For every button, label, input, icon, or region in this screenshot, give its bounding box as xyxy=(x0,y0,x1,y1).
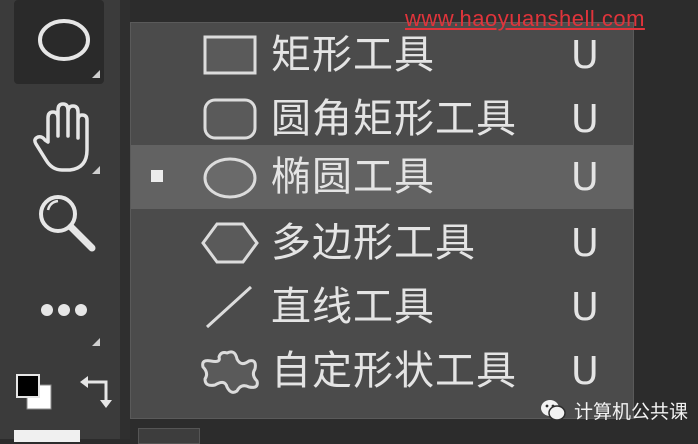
menu-item-shortcut: U xyxy=(571,285,599,329)
selected-indicator xyxy=(151,170,163,182)
more-tools-button[interactable] xyxy=(14,268,104,352)
hexagon-icon xyxy=(201,222,259,264)
menu-item-shortcut: U xyxy=(571,349,599,393)
hand-icon xyxy=(33,102,89,172)
submenu-indicator-icon xyxy=(92,70,100,78)
ellipse-icon xyxy=(203,157,257,199)
custom-shape-icon xyxy=(201,350,259,394)
brand-text: 计算机公共课 xyxy=(574,400,689,423)
ellipse-icon xyxy=(38,19,90,61)
hand-tool-button[interactable] xyxy=(14,96,104,180)
color-swatches-icon[interactable] xyxy=(14,372,54,412)
menu-item-label: 圆角矩形工具 xyxy=(271,96,517,142)
ellipse-tool-button[interactable] xyxy=(14,0,104,84)
menu-item-label: 椭圆工具 xyxy=(271,154,435,200)
menu-item-label: 自定形状工具 xyxy=(271,348,517,394)
color-preview xyxy=(14,430,80,442)
panel-tab[interactable] xyxy=(138,428,200,444)
menu-item-polygon-tool[interactable]: 多边形工具 U xyxy=(131,211,633,275)
submenu-indicator-icon xyxy=(92,166,100,174)
menu-item-ellipse-tool[interactable]: 椭圆工具 U xyxy=(131,145,633,209)
menu-item-custom-shape-tool[interactable]: 自定形状工具 U xyxy=(131,339,633,403)
magnifier-icon xyxy=(39,195,96,252)
toolbar-divider xyxy=(120,0,130,439)
menu-item-label: 直线工具 xyxy=(271,284,435,330)
menu-item-label: 多边形工具 xyxy=(271,220,476,266)
brand-badge: 计算机公共课 xyxy=(540,396,688,424)
menu-item-label: 矩形工具 xyxy=(271,32,435,78)
shape-tools-flyout-menu: 矩形工具 U 圆角矩形工具 U 椭圆工具 U 多边形工具 U 直线工具 U 自定… xyxy=(130,22,634,419)
toolbar xyxy=(0,0,125,442)
menu-item-rectangle-tool[interactable]: 矩形工具 U xyxy=(131,23,633,87)
menu-item-shortcut: U xyxy=(571,155,599,199)
swap-colors-icon[interactable] xyxy=(76,372,116,412)
rectangle-icon xyxy=(203,35,257,75)
zoom-tool-button[interactable] xyxy=(14,180,104,264)
menu-item-line-tool[interactable]: 直线工具 U xyxy=(131,275,633,339)
watermark-link: www.haoyuanshell.com xyxy=(405,6,645,31)
line-icon xyxy=(205,285,253,329)
menu-item-shortcut: U xyxy=(571,33,599,77)
wechat-icon xyxy=(541,400,566,421)
menu-item-shortcut: U xyxy=(571,97,599,141)
menu-item-shortcut: U xyxy=(571,221,599,265)
submenu-indicator-icon xyxy=(92,338,100,346)
menu-item-rounded-rectangle-tool[interactable]: 圆角矩形工具 U xyxy=(131,87,633,151)
ellipsis-icon xyxy=(41,304,87,316)
rounded-rectangle-icon xyxy=(203,98,257,140)
